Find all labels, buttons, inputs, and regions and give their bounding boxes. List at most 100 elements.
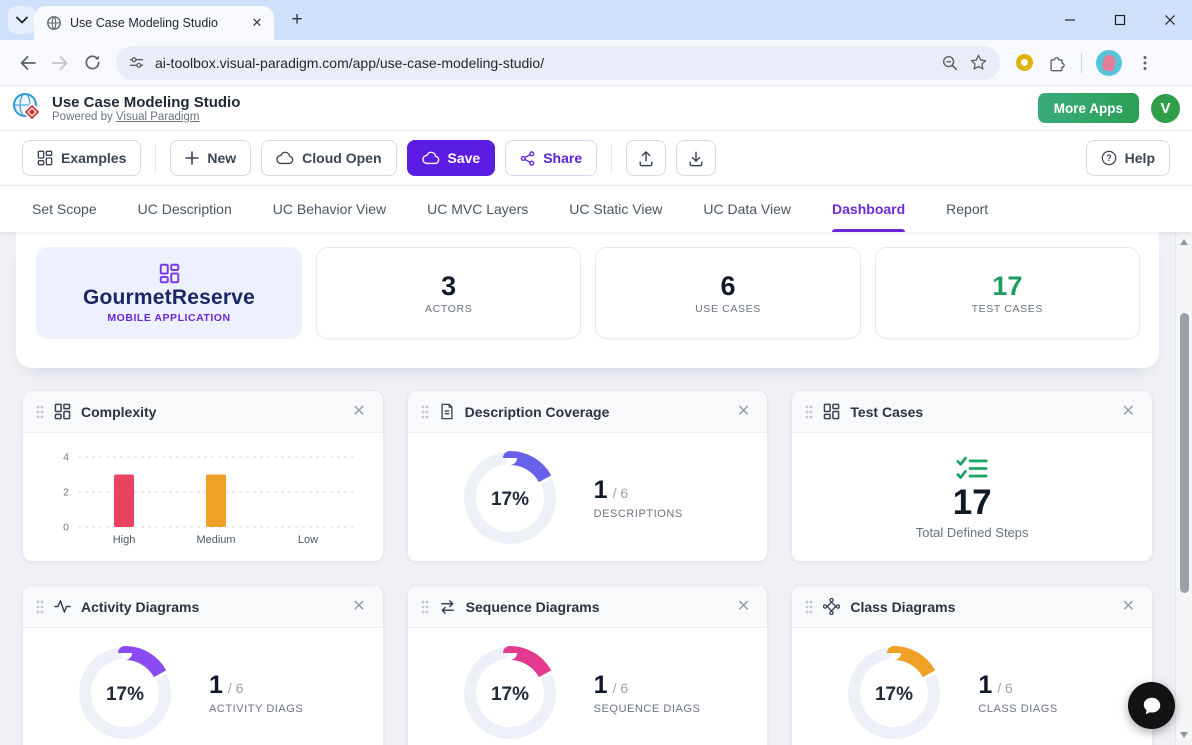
- drag-handle-icon[interactable]: [36, 405, 44, 419]
- count-value: 1: [978, 671, 992, 699]
- tab-search-button[interactable]: [8, 6, 36, 34]
- chat-widget-button[interactable]: [1128, 682, 1175, 729]
- stat-label: ACTORS: [425, 303, 472, 315]
- count-value: 1: [594, 476, 608, 504]
- cloud-open-label: Cloud Open: [302, 150, 381, 166]
- scroll-down-arrow[interactable]: [1176, 727, 1192, 743]
- zoom-out-icon[interactable]: [941, 54, 959, 72]
- forward-button[interactable]: [44, 47, 76, 79]
- browser-actions: [1016, 50, 1154, 76]
- url-text[interactable]: ai-toolbox.visual-paradigm.com/app/use-c…: [155, 55, 931, 71]
- browser-tab[interactable]: Use Case Modeling Studio ✕: [34, 6, 274, 40]
- share-icon: [520, 151, 535, 166]
- close-icon[interactable]: ✕: [733, 402, 754, 422]
- share-button[interactable]: Share: [505, 140, 597, 176]
- address-bar[interactable]: ai-toolbox.visual-paradigm.com/app/use-c…: [116, 46, 1000, 80]
- close-icon[interactable]: ✕: [1118, 597, 1139, 617]
- test-cases-summary: 17 Total Defined Steps: [792, 433, 1152, 562]
- close-icon[interactable]: ✕: [348, 597, 369, 617]
- app-title: Use Case Modeling Studio: [52, 94, 240, 111]
- stat-value: 6: [720, 271, 735, 301]
- save-button[interactable]: Save: [407, 140, 496, 176]
- close-icon[interactable]: ✕: [348, 402, 369, 422]
- cloud-save-icon: [422, 151, 440, 165]
- scroll-up-arrow[interactable]: [1176, 234, 1192, 250]
- project-type: MOBILE APPLICATION: [107, 312, 230, 324]
- stat-cards: 3ACTORS6USE CASES17TEST CASES: [316, 247, 1140, 368]
- browser-menu-kebab-icon[interactable]: [1136, 54, 1154, 72]
- user-avatar[interactable]: V: [1151, 94, 1180, 123]
- widget-header: Description Coverage ✕: [408, 391, 768, 433]
- project-grid-icon: [159, 263, 180, 284]
- tab-uc-static-view[interactable]: UC Static View: [569, 186, 662, 232]
- project-name: GourmetReserve: [83, 286, 255, 310]
- stat-card-use-cases: 6USE CASES: [595, 247, 860, 339]
- import-button[interactable]: [626, 140, 666, 176]
- cloud-open-button[interactable]: Cloud Open: [261, 140, 396, 176]
- powered-by-prefix: Powered by: [52, 111, 113, 123]
- svg-text:17%: 17%: [106, 684, 144, 705]
- donut-chart: 17% 1/ 6 SEQUENCE DIAGS: [408, 628, 768, 745]
- extensions-puzzle-icon[interactable]: [1047, 53, 1067, 73]
- svg-text:?: ?: [1106, 153, 1111, 163]
- widgets-grid: Complexity ✕ 420HighMediumLow Descriptio…: [22, 390, 1153, 745]
- new-label: New: [207, 150, 236, 166]
- drag-handle-icon[interactable]: [421, 405, 429, 419]
- donut-chart: 17% 1/ 6 ACTIVITY DIAGS: [23, 628, 383, 745]
- tab-set-scope[interactable]: Set Scope: [32, 186, 97, 232]
- examples-button[interactable]: Examples: [22, 140, 141, 176]
- help-button[interactable]: ? Help: [1086, 140, 1170, 176]
- svg-text:Low: Low: [298, 534, 318, 546]
- tab-uc-data-view[interactable]: UC Data View: [703, 186, 791, 232]
- activity-pulse-icon: [54, 599, 71, 614]
- drag-handle-icon[interactable]: [805, 405, 813, 419]
- tab-report[interactable]: Report: [946, 186, 988, 232]
- powered-by: Powered by Visual Paradigm: [52, 111, 240, 123]
- tab-dashboard[interactable]: Dashboard: [832, 186, 905, 232]
- cloud-icon: [276, 151, 294, 165]
- bookmark-star-icon[interactable]: [969, 53, 988, 72]
- window-minimize-button[interactable]: [1062, 12, 1078, 28]
- tab-uc-description[interactable]: UC Description: [138, 186, 232, 232]
- tab-close-icon[interactable]: ✕: [248, 14, 266, 32]
- plus-icon: [185, 151, 199, 165]
- donut-chart: 17% 1/ 6 CLASS DIAGS: [792, 628, 1152, 745]
- window-maximize-button[interactable]: [1112, 12, 1128, 28]
- widget-sequence-diagrams: Sequence Diagrams ✕ 17% 1/ 6 SEQUENCE DI…: [407, 585, 769, 745]
- widget-test-cases: Test Cases ✕ 17 Total Defined Steps: [791, 390, 1153, 562]
- stat-card-test-cases: 17TEST CASES: [875, 247, 1140, 339]
- visual-paradigm-link[interactable]: Visual Paradigm: [116, 111, 200, 123]
- close-icon[interactable]: ✕: [733, 597, 754, 617]
- donut-graphic: 17%: [458, 446, 562, 550]
- more-apps-button[interactable]: More Apps: [1038, 93, 1139, 123]
- tab-uc-behavior-view[interactable]: UC Behavior View: [273, 186, 386, 232]
- share-label: Share: [543, 150, 582, 166]
- window-controls: [1062, 0, 1178, 40]
- back-button[interactable]: [12, 47, 44, 79]
- page-scrollbar[interactable]: [1175, 232, 1192, 745]
- donut-graphic: 17%: [458, 641, 562, 745]
- browser-profile-avatar[interactable]: [1096, 50, 1122, 76]
- widget-header: Test Cases ✕: [792, 391, 1152, 433]
- scrollbar-thumb[interactable]: [1180, 313, 1189, 593]
- count-label: ACTIVITY DIAGS: [209, 703, 303, 715]
- drag-handle-icon[interactable]: [805, 600, 813, 614]
- extension-badge-icon[interactable]: [1016, 54, 1033, 71]
- window-close-button[interactable]: [1162, 12, 1178, 28]
- new-tab-button[interactable]: +: [286, 10, 308, 32]
- examples-grid-icon: [37, 150, 53, 166]
- drag-handle-icon[interactable]: [36, 600, 44, 614]
- new-button[interactable]: New: [170, 140, 251, 176]
- dashboard-content: GourmetReserve MOBILE APPLICATION 3ACTOR…: [0, 232, 1192, 745]
- reload-button[interactable]: [76, 47, 108, 79]
- drag-handle-icon[interactable]: [421, 600, 429, 614]
- widget-header: Complexity ✕: [23, 391, 383, 433]
- site-settings-icon[interactable]: [128, 54, 145, 71]
- svg-text:High: High: [113, 534, 136, 546]
- export-button[interactable]: [676, 140, 716, 176]
- svg-text:17%: 17%: [875, 684, 913, 705]
- tab-uc-mvc-layers[interactable]: UC MVC Layers: [427, 186, 528, 232]
- help-question-icon: ?: [1101, 150, 1117, 166]
- stat-value: 17: [992, 271, 1022, 301]
- close-icon[interactable]: ✕: [1118, 402, 1139, 422]
